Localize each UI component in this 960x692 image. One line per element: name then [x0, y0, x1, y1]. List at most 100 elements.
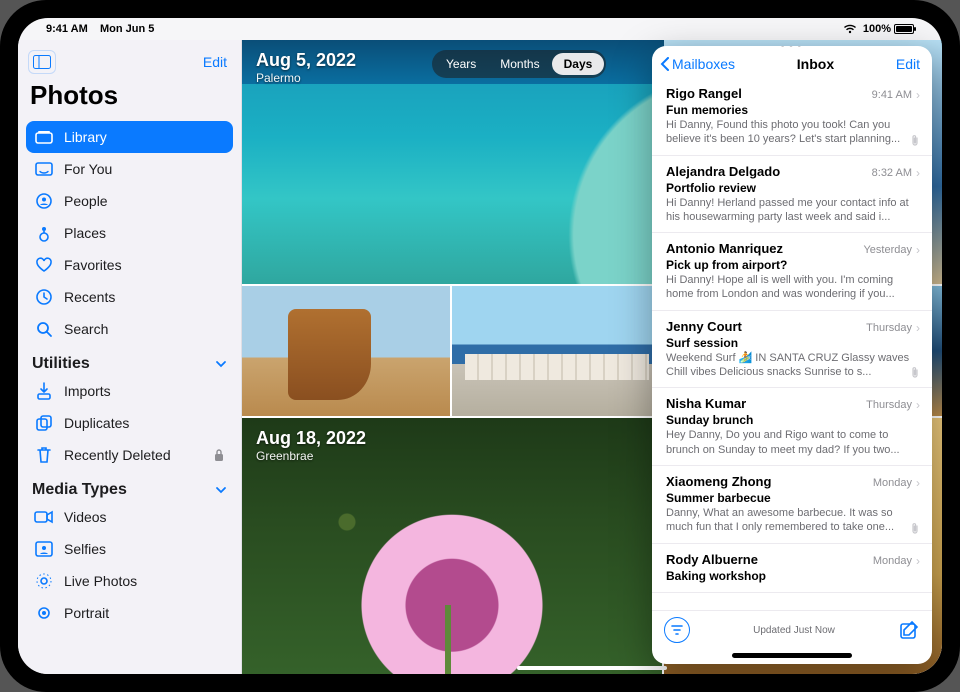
sidebar-title: Photos	[26, 76, 233, 121]
sidebar-item-videos[interactable]: Videos	[26, 501, 233, 533]
sidebar-edit-button[interactable]: Edit	[203, 54, 227, 70]
mail-time: Thursday ›	[866, 398, 920, 412]
mail-time: Yesterday ›	[863, 243, 920, 257]
mail-list[interactable]: Rigo Rangel9:41 AM ›Fun memoriesHi Danny…	[652, 78, 932, 610]
chevron-right-icon: ›	[916, 476, 920, 490]
mail-preview: Hi Danny, Found this photo you took! Can…	[666, 118, 920, 147]
sidebar-item-for-you[interactable]: For You	[26, 153, 233, 185]
sidebar-item-label: Favorites	[64, 257, 122, 273]
tile-date: Aug 5, 2022	[256, 50, 356, 71]
sidebar-toggle-button[interactable]	[28, 50, 56, 74]
sidebar-item-label: Library	[64, 129, 107, 145]
mail-title: Inbox	[797, 56, 834, 72]
mail-preview: Hi Danny! Herland passed me your contact…	[666, 196, 920, 225]
attachment-icon	[910, 367, 920, 379]
sidebar-item-live-photos[interactable]: Live Photos	[26, 565, 233, 597]
sidebar-item-label: Imports	[64, 383, 111, 399]
section-title: Media Types	[32, 481, 127, 499]
mail-item[interactable]: Antonio ManriquezYesterday ›Pick up from…	[652, 233, 932, 311]
chevron-right-icon: ›	[916, 243, 920, 257]
heart-icon	[34, 255, 54, 275]
battery-indicator: 100%	[863, 23, 914, 35]
segment-months[interactable]: Months	[488, 53, 551, 75]
mail-time: Thursday ›	[866, 321, 920, 335]
sidebar-item-duplicates[interactable]: Duplicates	[26, 407, 233, 439]
section-utilities[interactable]: Utilities	[26, 345, 233, 375]
mail-subject: Portfolio review	[666, 181, 920, 195]
mail-subject: Pick up from airport?	[666, 258, 920, 272]
sidebar-item-label: For You	[64, 161, 112, 177]
mail-from: Xiaomeng Zhong	[666, 474, 771, 489]
segment-years[interactable]: Years	[434, 53, 488, 75]
mail-item[interactable]: Rody AlbuerneMonday ›Baking workshop	[652, 544, 932, 593]
sidebar-item-people[interactable]: People	[26, 185, 233, 217]
mail-filter-button[interactable]	[664, 617, 690, 643]
mail-subject: Baking workshop	[666, 569, 920, 583]
mail-subject: Sunday brunch	[666, 413, 920, 427]
library-icon	[34, 127, 54, 147]
time-scale-segmented[interactable]: Years Months Days	[432, 50, 606, 78]
mail-preview: Hey Danny, Do you and Rigo want to come …	[666, 428, 920, 457]
mail-subject: Surf session	[666, 336, 920, 350]
photo-tile[interactable]	[452, 286, 662, 416]
mail-edit-button[interactable]: Edit	[896, 56, 920, 72]
mail-item[interactable]: Xiaomeng ZhongMonday ›Summer barbecueDan…	[652, 466, 932, 544]
mail-time: 8:32 AM ›	[872, 166, 920, 180]
tile-date: Aug 18, 2022	[256, 428, 366, 449]
selfies-icon	[34, 539, 54, 559]
sidebar-item-recents[interactable]: Recents	[26, 281, 233, 313]
tile-location: Greenbrae	[256, 449, 366, 463]
section-media-types[interactable]: Media Types	[26, 471, 233, 501]
mail-item[interactable]: Rigo Rangel9:41 AM ›Fun memoriesHi Danny…	[652, 78, 932, 156]
portrait-icon	[34, 603, 54, 623]
sidebar-item-label: Recently Deleted	[64, 447, 171, 463]
mail-time: 9:41 AM ›	[872, 88, 920, 102]
mail-compose-button[interactable]	[898, 619, 920, 641]
mail-item[interactable]: Nisha KumarThursday ›Sunday brunchHey Da…	[652, 388, 932, 466]
sidebar-item-label: Portrait	[64, 605, 109, 621]
mail-preview: Hi Danny! Hope all is well with you. I'm…	[666, 273, 920, 302]
photo-tile[interactable]: Aug 18, 2022 Greenbrae	[242, 418, 662, 674]
mail-from: Rody Albuerne	[666, 552, 758, 567]
mail-slideover: ••• Mailboxes Inbox Edit Rigo Rangel9:41…	[652, 46, 932, 664]
sidebar-item-selfies[interactable]: Selfies	[26, 533, 233, 565]
photo-tile[interactable]	[242, 286, 450, 416]
mail-preview: Danny, What an awesome barbecue. It was …	[666, 506, 920, 535]
mail-item[interactable]: Jenny Court Thursday ›Surf sessionWeekend…	[652, 311, 932, 389]
mail-from: Jenny Court	[666, 319, 742, 334]
status-bar: 9:41 AM Mon Jun 5 100%	[18, 18, 942, 40]
segment-days[interactable]: Days	[552, 53, 605, 75]
mail-item[interactable]: Alejandra Delgado 8:32 AM ›Portfolio revi…	[652, 156, 932, 234]
mail-time: Monday ›	[873, 476, 920, 490]
sidebar-item-favorites[interactable]: Favorites	[26, 249, 233, 281]
lock-icon	[213, 448, 225, 462]
chevron-right-icon: ›	[916, 88, 920, 102]
mail-from: Alejandra Delgado	[666, 164, 780, 179]
clock-icon	[34, 287, 54, 307]
battery-percent: 100%	[863, 23, 891, 35]
tile-location: Palermo	[256, 71, 356, 85]
chevron-right-icon: ›	[916, 398, 920, 412]
for-you-icon	[34, 159, 54, 179]
people-icon	[34, 191, 54, 211]
chevron-right-icon: ›	[916, 166, 920, 180]
slideover-handle[interactable]	[732, 653, 852, 658]
trash-icon	[34, 445, 54, 465]
mail-preview: Weekend Surf 🏄 IN SANTA CRUZ Glassy wave…	[666, 351, 920, 380]
sidebar-item-library[interactable]: Library	[26, 121, 233, 153]
search-icon	[34, 319, 54, 339]
slideover-grabber[interactable]: •••	[780, 46, 805, 55]
sidebar-item-places[interactable]: Places	[26, 217, 233, 249]
sidebar-item-portrait[interactable]: Portrait	[26, 597, 233, 629]
sidebar-item-label: Places	[64, 225, 106, 241]
attachment-icon	[910, 523, 920, 535]
sidebar-item-search[interactable]: Search	[26, 313, 233, 345]
sidebar-item-imports[interactable]: Imports	[26, 375, 233, 407]
mail-back-button[interactable]: Mailboxes	[660, 56, 735, 72]
chevron-down-icon	[215, 358, 227, 370]
home-indicator[interactable]	[517, 666, 667, 670]
status-date: Mon Jun 5	[100, 23, 154, 35]
sidebar-item-label: Search	[64, 321, 108, 337]
sidebar-item-recently-deleted[interactable]: Recently Deleted	[26, 439, 233, 471]
sidebar-item-label: Live Photos	[64, 573, 137, 589]
